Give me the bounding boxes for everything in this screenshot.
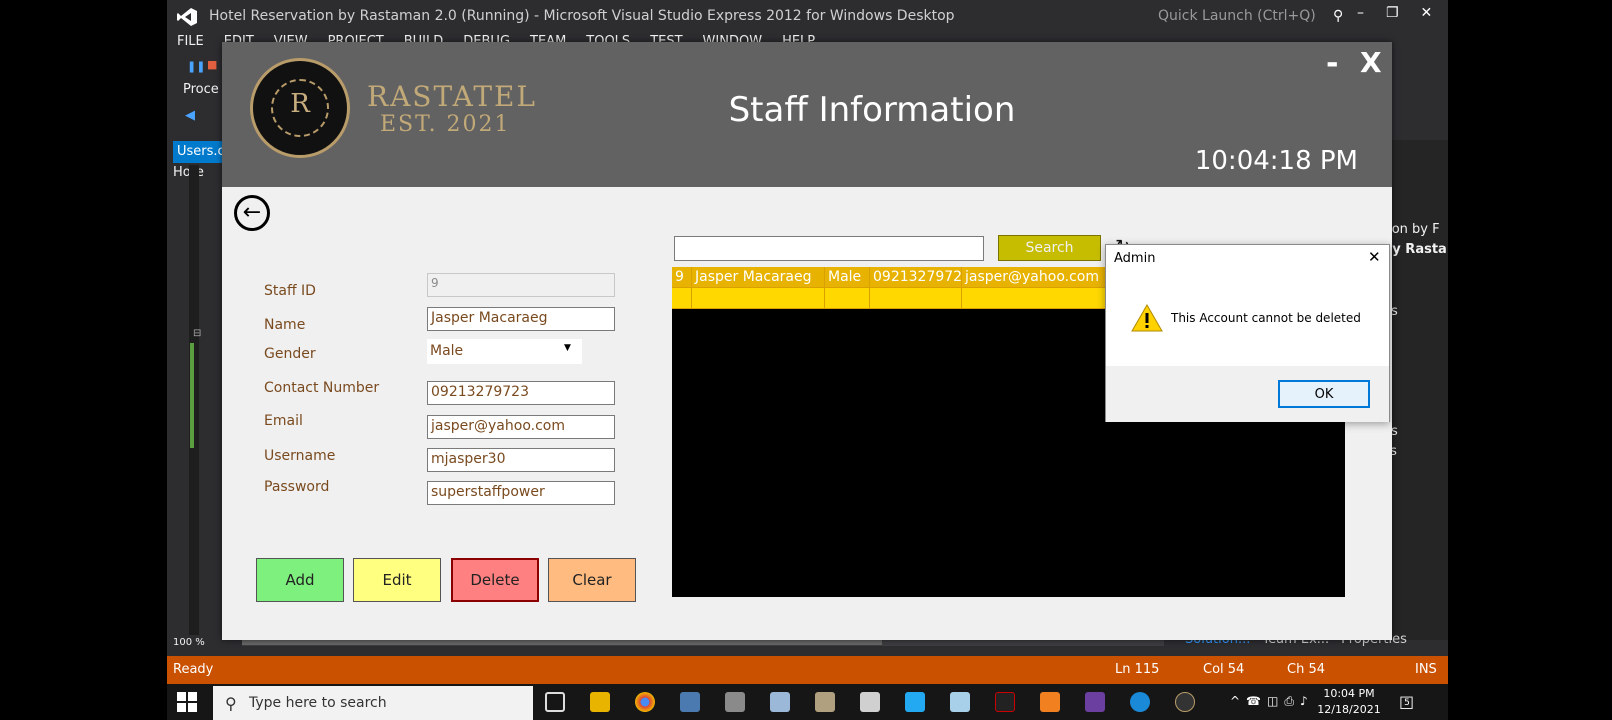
pane-text: by Rasta <box>1383 242 1447 257</box>
notification-count: 5 <box>1404 698 1410 708</box>
taskbar-time[interactable]: 10:04 PM <box>1319 687 1379 700</box>
taskbar-search-box[interactable]: ⚲ Type here to search <box>213 686 533 720</box>
status-column: Col 54 <box>1203 662 1245 677</box>
file-tab-users[interactable]: Users.cs <box>173 141 229 163</box>
edge-icon[interactable] <box>1130 692 1150 712</box>
gender-label: Gender <box>264 346 316 362</box>
cell-gender[interactable] <box>825 288 870 309</box>
snipping-tool-icon[interactable] <box>860 692 880 712</box>
task-view-icon[interactable] <box>545 692 565 712</box>
dialog-message: This Account cannot be deleted <box>1171 311 1361 325</box>
screen: Hotel Reservation by Rastaman 2.0 (Runni… <box>0 0 1612 720</box>
game-app-icon[interactable] <box>995 692 1015 712</box>
search-input[interactable] <box>674 236 984 261</box>
pause-icon[interactable]: ❚❚ <box>187 60 205 73</box>
clock: 10:04:18 PM <box>1194 146 1358 176</box>
cell-name[interactable] <box>692 288 825 309</box>
add-button[interactable]: Add <box>256 558 344 602</box>
vs-status-bar: Ready Ln 115 Col 54 Ch 54 INS <box>167 656 1448 684</box>
cell-contact[interactable]: 09213279723 <box>870 267 962 288</box>
stop-icon[interactable]: ■ <box>207 58 217 71</box>
app-header: R RASTATEL EST. 2021 Staff Information 1… <box>222 42 1392 187</box>
gender-select[interactable]: Male ▼ <box>427 339 582 364</box>
notepad-icon[interactable] <box>950 692 970 712</box>
cell-id[interactable] <box>672 288 692 309</box>
username-field[interactable]: mjasper30 <box>427 448 615 472</box>
windows-start-icon[interactable] <box>177 692 197 712</box>
vscode-icon[interactable] <box>905 692 925 712</box>
staff-id-label: Staff ID <box>264 283 316 299</box>
admin-message-dialog: Admin ✕ This Account cannot be deleted O… <box>1105 244 1390 422</box>
menu-file[interactable]: FILE <box>177 34 204 52</box>
rastatel-logo: R <box>250 58 350 158</box>
photos-icon[interactable] <box>725 692 745 712</box>
pane-text: s <box>1391 304 1398 319</box>
contact-number-label: Contact Number <box>264 380 380 396</box>
taskbar-date[interactable]: 12/18/2021 <box>1311 703 1387 716</box>
delete-button[interactable]: Delete <box>451 558 539 602</box>
ok-button[interactable]: OK <box>1278 380 1370 408</box>
username-label: Username <box>264 448 336 464</box>
email-field[interactable]: jasper@yahoo.com <box>427 415 615 439</box>
status-char: Ch 54 <box>1287 662 1325 677</box>
visual-studio-taskbar-icon[interactable] <box>1085 692 1105 712</box>
collapse-icon[interactable]: ⊟ <box>193 328 201 339</box>
back-navigation-icon[interactable]: ◀ <box>185 108 195 123</box>
taskbar-search-placeholder: Type here to search <box>249 695 387 711</box>
logo-letter: R <box>290 89 310 119</box>
password-label: Password <box>264 479 330 495</box>
minimize-button[interactable]: - <box>1326 46 1338 81</box>
email-label: Email <box>264 413 303 429</box>
name-label: Name <box>264 317 306 333</box>
brand-established: EST. 2021 <box>380 112 511 137</box>
password-field[interactable]: superstaffpower <box>427 481 615 505</box>
process-label: Proce <box>183 82 219 97</box>
staff-id-field[interactable]: 9 <box>427 273 615 297</box>
hotel-app-icon[interactable] <box>1175 692 1195 712</box>
paint-icon[interactable] <box>815 692 835 712</box>
notification-icon[interactable]: □5 <box>1399 692 1420 711</box>
brand-name: RASTATEL <box>367 80 538 113</box>
windows-taskbar: ⚲ Type here to search ^☎◫⎙♪ 10:04 PM 12/… <box>167 684 1448 720</box>
cell-id[interactable]: 9 <box>672 267 692 288</box>
change-tracking-bar <box>190 343 194 448</box>
cell-contact[interactable] <box>870 288 962 309</box>
calculator-icon[interactable] <box>680 692 700 712</box>
page-title: Staff Information <box>728 90 1016 130</box>
status-ready: Ready <box>173 662 214 677</box>
vs-window-controls[interactable]: –❐✕ <box>1357 5 1448 21</box>
close-button[interactable]: X <box>1360 46 1382 79</box>
search-icon[interactable]: ⚲ <box>1333 8 1343 24</box>
warning-icon <box>1131 303 1163 332</box>
chrome-icon[interactable] <box>635 692 655 712</box>
xampp-icon[interactable] <box>1040 692 1060 712</box>
cell-gender[interactable]: Male <box>825 267 870 288</box>
edit-button[interactable]: Edit <box>353 558 441 602</box>
vs-title-bar: Hotel Reservation by Rastaman 2.0 (Runni… <box>167 0 1448 33</box>
file-explorer-icon[interactable] <box>590 692 610 712</box>
search-icon: ⚲ <box>225 694 237 713</box>
dialog-title: Admin <box>1114 251 1156 266</box>
cell-name[interactable]: Jasper Macaraeg <box>692 267 825 288</box>
contact-number-field[interactable]: 09213279723 <box>427 381 615 405</box>
status-insert-mode: INS <box>1415 662 1437 677</box>
visual-studio-logo-icon <box>177 8 197 26</box>
gender-selected: Male <box>430 343 464 359</box>
vs-window-title: Hotel Reservation by Rastaman 2.0 (Runni… <box>209 8 955 24</box>
system-tray-icons[interactable]: ^☎◫⎙♪ <box>1230 694 1314 709</box>
cube-app-icon[interactable] <box>770 692 790 712</box>
clear-button[interactable]: Clear <box>548 558 636 602</box>
back-arrow-icon[interactable]: ← <box>234 195 270 231</box>
search-button[interactable]: Search <box>998 235 1101 261</box>
pane-text: s <box>1391 424 1398 439</box>
name-field[interactable]: Jasper Macaraeg <box>427 307 615 331</box>
quick-launch-input[interactable]: Quick Launch (Ctrl+Q) <box>1158 8 1316 24</box>
dialog-close-icon[interactable]: ✕ <box>1368 248 1381 266</box>
zoom-level[interactable]: 100 % <box>173 637 205 648</box>
dropdown-arrow-icon[interactable]: ▼ <box>564 343 571 353</box>
status-line: Ln 115 <box>1115 662 1160 677</box>
